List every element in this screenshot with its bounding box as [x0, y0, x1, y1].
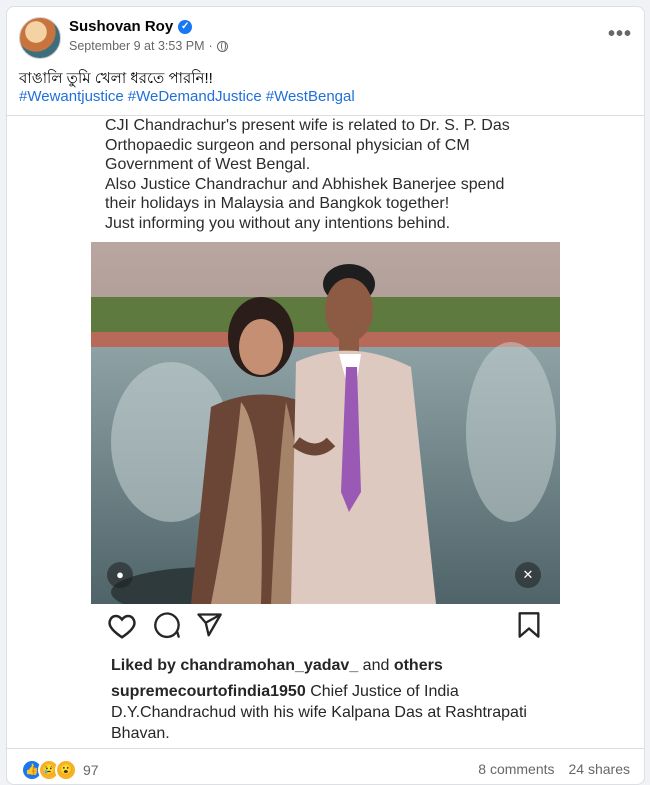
liked-and: and	[362, 657, 390, 674]
post-header: Sushovan Roy ✓ September 9 at 3:53 PM · …	[7, 7, 644, 65]
comment-icon[interactable]	[153, 611, 181, 639]
heart-icon[interactable]	[107, 611, 137, 641]
hashtag-link[interactable]: #WeDemandJustice	[128, 88, 262, 105]
verified-badge-icon: ✓	[178, 19, 193, 34]
globe-icon	[216, 40, 228, 52]
shares-count-link[interactable]: 24 shares	[569, 761, 630, 777]
share-icon[interactable]	[195, 611, 223, 639]
reaction-summary[interactable]: 👍 😢 😮 97	[21, 759, 99, 781]
bookmark-icon[interactable]	[517, 611, 541, 639]
liked-others[interactable]: others	[394, 657, 443, 674]
comments-count-link[interactable]: 8 comments	[478, 761, 554, 777]
post-meta: September 9 at 3:53 PM ·	[69, 39, 228, 53]
engagement-stats: 8 comments 24 shares	[478, 761, 630, 777]
liked-by-line: Liked by chandramohan_yadav_ and others	[111, 657, 443, 675]
instagram-caption: supremecourtofindia1950 Chief Justice of…	[111, 681, 551, 744]
post-footer: 👍 😢 😮 97 8 comments 24 shares	[7, 749, 644, 783]
post-card: Sushovan Roy ✓ September 9 at 3:53 PM · …	[6, 6, 645, 785]
post-image[interactable]: CJI Chandrachur's present wife is relate…	[7, 115, 644, 749]
meta-separator: ·	[208, 39, 213, 53]
post-timestamp[interactable]: September 9 at 3:53 PM	[69, 39, 205, 53]
hashtag-link[interactable]: #Wewantjustice	[19, 88, 124, 105]
liked-prefix: Liked by	[111, 657, 176, 674]
avatar[interactable]	[19, 17, 61, 59]
reaction-count: 97	[83, 762, 99, 778]
person-tag-icon[interactable]: ●	[107, 562, 133, 588]
mute-icon[interactable]: ✕	[515, 562, 541, 588]
caption-username[interactable]: supremecourtofindia1950	[111, 683, 306, 700]
wow-reaction-icon: 😮	[55, 759, 77, 781]
liked-user[interactable]: chandramohan_yadav_	[180, 657, 358, 674]
author-name[interactable]: Sushovan Roy	[69, 18, 173, 35]
hashtag-list: #Wewantjustice #WeDemandJustice #WestBen…	[19, 88, 355, 105]
couple-photo: ● ✕	[91, 242, 560, 604]
screenshot-quote-text: CJI Chandrachur's present wife is relate…	[105, 117, 510, 232]
instagram-action-bar	[7, 611, 644, 651]
more-options-button[interactable]: •••	[608, 23, 632, 46]
author-name-row: Sushovan Roy ✓	[69, 18, 193, 35]
hashtag-link[interactable]: #WestBengal	[266, 88, 355, 105]
photo-illustration	[91, 242, 560, 604]
